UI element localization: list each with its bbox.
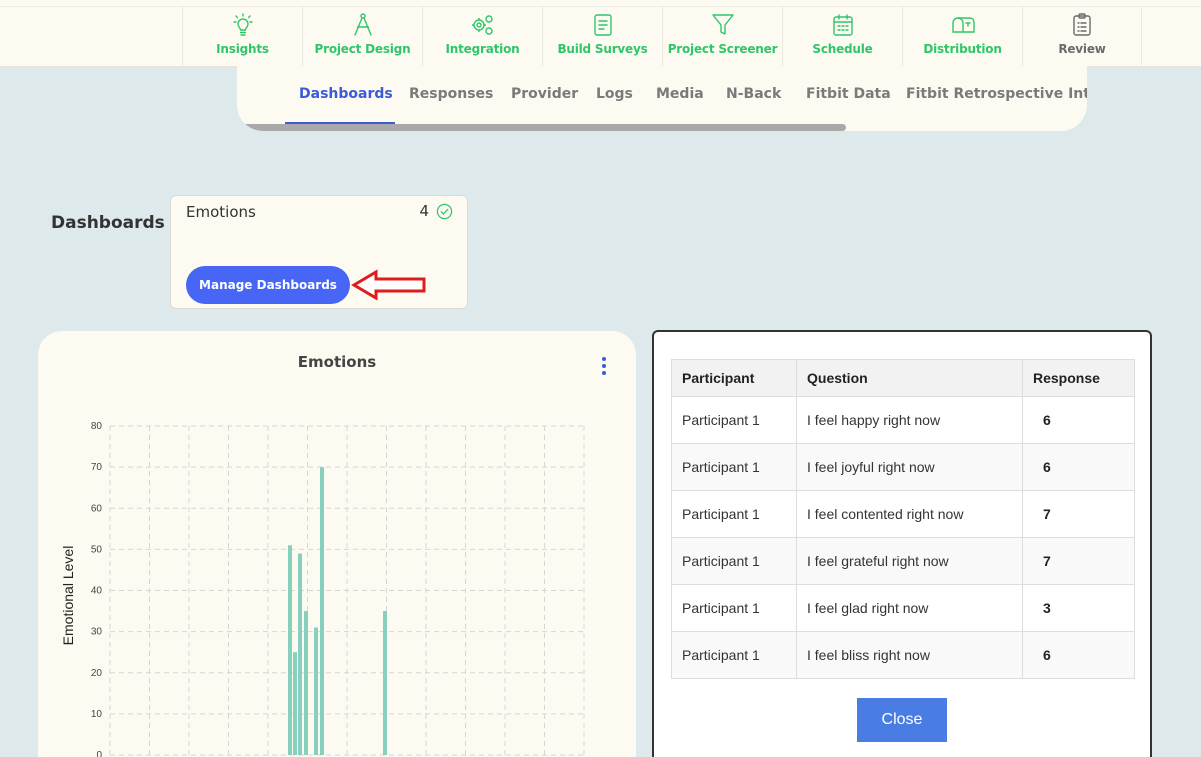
- tab-provider[interactable]: Provider: [511, 86, 578, 102]
- nav-item-integration[interactable]: Integration: [422, 6, 542, 67]
- gears-icon: [471, 15, 493, 35]
- responses-modal: Participant Question Response Participan…: [652, 330, 1152, 757]
- y-tick-label: 60: [91, 503, 103, 514]
- cell-question: I feel bliss right now: [796, 631, 1023, 679]
- chart-bar: [288, 545, 292, 755]
- cell-response: 6: [1022, 631, 1135, 679]
- tab-responses[interactable]: Responses: [409, 86, 493, 102]
- nav-item-project-screener[interactable]: Project Screener: [662, 6, 782, 67]
- chart-bar: [293, 652, 297, 755]
- y-tick-label: 10: [91, 709, 103, 720]
- chart-bar: [298, 553, 302, 755]
- sub-tabs: Dashboards Responses Provider Logs Media…: [237, 66, 1087, 131]
- cell-question: I feel grateful right now: [796, 537, 1023, 585]
- table-row: Participant 1 I feel contented right now…: [671, 490, 1135, 538]
- top-navigation: Insights Project Design Integration Buil…: [0, 0, 1201, 67]
- dashboard-name: Emotions: [186, 203, 256, 221]
- arrow-left-icon: [351, 269, 426, 301]
- cell-response: 7: [1022, 490, 1135, 538]
- y-tick-label: 40: [91, 586, 103, 597]
- table-row: Participant 1 I feel grateful right now …: [671, 537, 1135, 585]
- responses-table: Participant Question Response Participan…: [671, 359, 1135, 679]
- manage-dashboards-button[interactable]: Manage Dashboards: [186, 266, 350, 304]
- nav-item-schedule[interactable]: Schedule: [782, 6, 902, 67]
- cell-response: 3: [1022, 584, 1135, 632]
- nav-item-label: Distribution: [923, 42, 1002, 56]
- table-header-row: Participant Question Response: [671, 359, 1135, 397]
- calendar-icon: [832, 14, 853, 36]
- tab-media[interactable]: Media: [656, 86, 704, 102]
- dashboards-heading: Dashboards: [51, 213, 165, 233]
- table-row: Participant 1 I feel bliss right now 6: [671, 631, 1135, 679]
- cell-participant: Participant 1: [671, 443, 797, 491]
- cell-question: I feel happy right now: [796, 396, 1023, 444]
- y-tick-label: 30: [91, 627, 103, 638]
- dashboard-count: 4: [419, 202, 429, 220]
- table-row: Participant 1 I feel glad right now 3: [671, 584, 1135, 632]
- clipboard-icon: [1073, 13, 1091, 36]
- nav-item-label: Insights: [216, 42, 269, 56]
- table-row: Participant 1 I feel happy right now 6: [671, 396, 1135, 444]
- cell-participant: Participant 1: [671, 490, 797, 538]
- nav-item-label: Review: [1058, 42, 1106, 56]
- cell-participant: Participant 1: [671, 584, 797, 632]
- table-row: Participant 1 I feel joyful right now 6: [671, 443, 1135, 491]
- y-axis-label: Emotional Level: [60, 546, 76, 646]
- y-tick-label: 50: [91, 544, 103, 555]
- tab-fitbit-retrospective[interactable]: Fitbit Retrospective Intrad: [906, 86, 1087, 102]
- column-header: Response: [1022, 359, 1135, 397]
- cell-response: 7: [1022, 537, 1135, 585]
- cell-participant: Participant 1: [671, 396, 797, 444]
- cell-participant: Participant 1: [671, 631, 797, 679]
- column-header: Question: [796, 359, 1023, 397]
- close-button[interactable]: Close: [857, 698, 947, 742]
- tab-fitbit-data[interactable]: Fitbit Data: [806, 86, 891, 102]
- nav-item-label: Project Screener: [667, 42, 778, 56]
- cell-response: 6: [1022, 396, 1135, 444]
- chart-bar: [383, 611, 387, 755]
- tab-logs[interactable]: Logs: [596, 86, 633, 102]
- mailbox-icon: [951, 17, 975, 33]
- check-circle-icon: [436, 203, 453, 220]
- cell-question: I feel glad right now: [796, 584, 1023, 632]
- nav-item-label: Integration: [445, 42, 520, 56]
- nav-item-insights[interactable]: Insights: [182, 6, 302, 67]
- nav-item-distribution[interactable]: Distribution: [902, 6, 1022, 67]
- cell-question: I feel contented right now: [796, 490, 1023, 538]
- y-tick-label: 70: [91, 462, 103, 473]
- emotions-bar-chart: 0 10 20 30 40 50 60 70 80 Emotional Level: [60, 421, 585, 757]
- y-tick-label: 80: [91, 421, 103, 432]
- horizontal-scrollbar[interactable]: [237, 124, 846, 131]
- chart-bar: [314, 627, 318, 755]
- nav-item-review[interactable]: Review: [1022, 6, 1142, 67]
- chart-bar: [320, 467, 324, 755]
- nav-item-label: Project Design: [314, 42, 411, 56]
- column-header: Participant: [671, 359, 797, 397]
- document-icon: [593, 14, 612, 36]
- y-tick-label: 20: [91, 668, 103, 679]
- nav-item-build-surveys[interactable]: Build Surveys: [542, 6, 662, 67]
- y-tick-label: 0: [96, 750, 102, 757]
- filter-icon: [711, 14, 734, 35]
- tab-n-back[interactable]: N-Back: [726, 86, 781, 102]
- lightbulb-icon: [232, 13, 253, 36]
- nav-item-project-design[interactable]: Project Design: [302, 6, 422, 67]
- tab-dashboards[interactable]: Dashboards: [299, 86, 393, 102]
- cell-question: I feel joyful right now: [796, 443, 1023, 491]
- emotions-chart-card: Emotions 0 10 20 30 40 50 60 70 80 Emotional Leve…: [38, 331, 636, 757]
- cell-response: 6: [1022, 443, 1135, 491]
- compass-icon: [353, 13, 372, 36]
- cell-participant: Participant 1: [671, 537, 797, 585]
- nav-item-label: Build Surveys: [557, 42, 648, 56]
- chart-bar: [304, 611, 308, 755]
- nav-item-label: Schedule: [812, 42, 873, 56]
